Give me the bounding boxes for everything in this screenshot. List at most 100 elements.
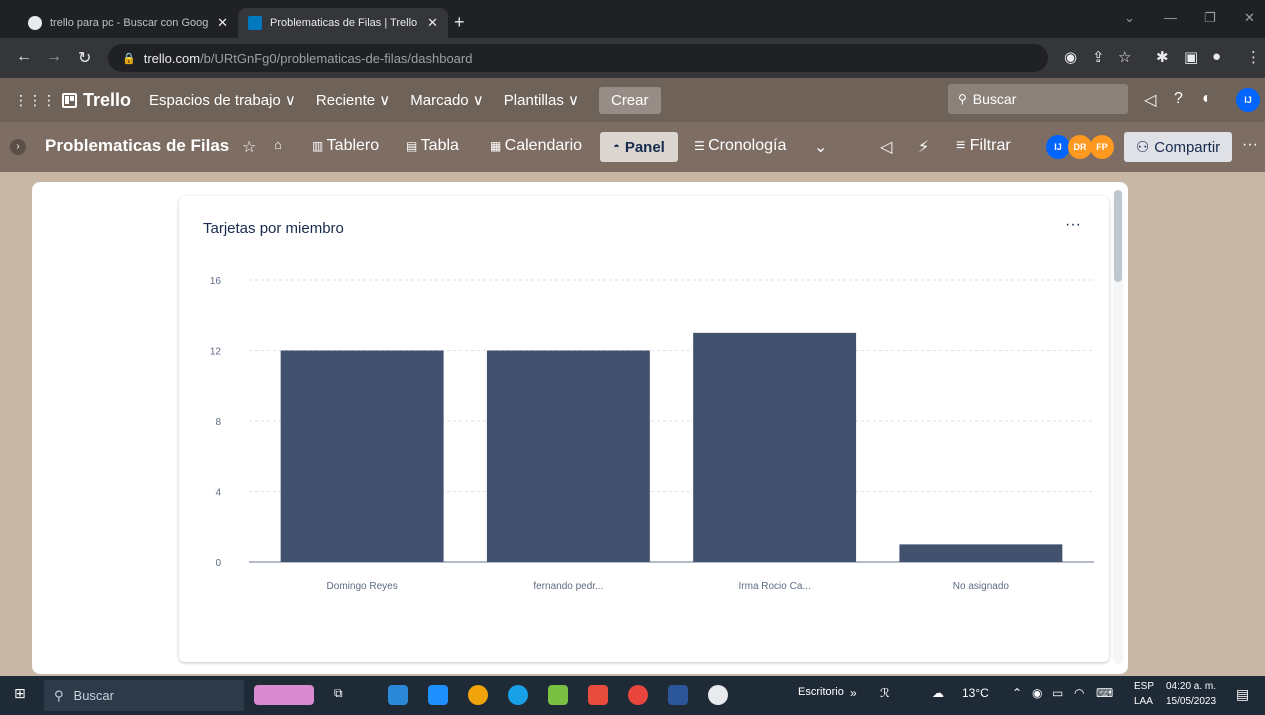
new-tab-icon[interactable]: + (454, 12, 465, 33)
profile-avatar-icon[interactable]: ● (1212, 48, 1221, 65)
view-table[interactable]: ▤ Tabla (406, 137, 459, 155)
automation-icon[interactable]: ⚡ (918, 137, 929, 157)
star-icon[interactable]: ☆ (242, 137, 256, 157)
google-icon (28, 16, 42, 30)
window-close-icon[interactable]: ✕ (1244, 10, 1255, 26)
board-menu-icon[interactable]: ··· (1242, 136, 1258, 154)
chart-card: Tarjetas por miembro ··· 0 4 8 12 16 Domingo … (179, 196, 1109, 662)
clock-time[interactable]: 04:20 a. m. (1166, 681, 1216, 692)
theme-icon[interactable]: ◐ (1202, 90, 1212, 108)
nav-workspaces[interactable]: Espacios de trabajo ∨ (149, 91, 296, 109)
browser-menu-icon[interactable]: ⋮ (1246, 48, 1261, 66)
view-dashboard[interactable]: ◓ Panel (600, 132, 678, 162)
bar (280, 350, 444, 562)
reload-icon[interactable]: ↻ (78, 48, 91, 68)
filter-icon: ≡ (956, 137, 970, 154)
calendar-view-icon: ▦ (490, 139, 505, 153)
view-timeline[interactable]: ☰ Cronología (694, 137, 786, 155)
toolbar-expand-icon[interactable]: » (850, 686, 857, 700)
view-board[interactable]: ▥ Tablero (312, 137, 379, 155)
app-switcher-icon[interactable]: ⋮⋮⋮ (0, 92, 62, 109)
share-button[interactable]: ⚇ Compartir (1124, 132, 1232, 162)
more-views-chevron-icon[interactable]: ⌄ (814, 137, 827, 157)
browser-tab-strip: trello para pc - Buscar con Googl ✕ Prob… (0, 0, 1265, 38)
weather-icon: ☁ (932, 686, 944, 700)
bar-chart: 0 4 8 12 16 Domingo Reyes fernando pedr... Irma… (210, 276, 1094, 592)
restore-icon[interactable]: ❐ (1204, 10, 1216, 26)
browser-tab-trello[interactable]: Problematicas de Filas | Trello ✕ (238, 8, 448, 38)
battery-icon[interactable]: ▭ (1052, 686, 1063, 700)
board-title[interactable]: Problematicas de Filas (45, 136, 229, 156)
share-page-icon[interactable]: ⇪ (1092, 48, 1105, 66)
member-avatar-ij[interactable]: IJ (1046, 135, 1070, 159)
back-icon[interactable]: ← (16, 48, 32, 66)
file-explorer-icon[interactable] (388, 685, 408, 705)
trello-icon (248, 16, 262, 30)
app-red-icon[interactable] (588, 685, 608, 705)
language-indicator[interactable]: ESP (1134, 681, 1154, 692)
sidepanel-icon[interactable]: ▣ (1184, 48, 1198, 66)
expand-sidebar-icon[interactable]: › (10, 139, 26, 155)
y-tick-label: 12 (210, 347, 222, 358)
keyboard-icon[interactable]: ⌨ (1096, 686, 1113, 700)
tray-app-icon[interactable]: ◉ (1032, 686, 1042, 700)
table-view-icon: ▤ (406, 139, 421, 153)
y-tick-label: 4 (215, 488, 221, 499)
windows-start-icon[interactable]: ⊞ (14, 685, 26, 702)
powerups-icon[interactable]: ◁ (880, 137, 892, 157)
nav-recent[interactable]: Reciente ∨ (316, 91, 390, 109)
clock-date[interactable]: 15/05/2023 (1166, 696, 1216, 707)
trello-logo-icon (62, 92, 77, 108)
trello-logo[interactable]: Trello (62, 90, 131, 111)
photos-icon[interactable] (548, 685, 568, 705)
chrome-icon[interactable] (628, 685, 648, 705)
word-icon[interactable] (668, 685, 688, 705)
search-input[interactable]: ⚲ Buscar (948, 84, 1128, 114)
close-icon[interactable]: ✕ (217, 15, 228, 31)
x-tick-label: Irma Rocio Ca... (739, 581, 811, 592)
mail-icon[interactable] (428, 685, 448, 705)
minimize-icon[interactable]: — (1164, 10, 1177, 25)
slack-icon[interactable] (708, 685, 728, 705)
desktop-toolbar[interactable]: Escritorio (798, 686, 844, 698)
windows-taskbar: ⊞ ⚲ Buscar ⧉ Escritorio » ℛ ☁ 13°C ⌃ ◉ ▭… (0, 676, 1265, 715)
app-icon[interactable] (468, 685, 488, 705)
scrollbar-thumb[interactable] (1114, 190, 1122, 282)
add-person-icon: ⚇ (1135, 139, 1150, 156)
nav-templates[interactable]: Plantillas ∨ (504, 91, 579, 109)
search-icon: ⚲ (54, 687, 64, 703)
extensions-icon[interactable]: ✱ (1156, 48, 1169, 66)
visibility-icon[interactable]: ⌂ (274, 137, 282, 152)
filter-button[interactable]: ≡ Filtrar (956, 137, 1011, 155)
notifications-icon[interactable]: ▤ (1236, 686, 1249, 703)
close-icon[interactable]: ✕ (427, 15, 438, 31)
search-icon: ⚲ (958, 92, 967, 106)
bookmark-star-icon[interactable]: ☆ (1118, 48, 1131, 66)
address-bar-row: ← → ↻ 🔒 trello.com/b/URtGnFg0/problemati… (0, 38, 1265, 78)
people-icon[interactable]: ℛ (880, 686, 890, 700)
member-avatar-dr[interactable]: DR (1068, 135, 1092, 159)
create-button[interactable]: Crear (598, 86, 661, 114)
browser-tab-google[interactable]: trello para pc - Buscar con Googl ✕ (18, 8, 238, 38)
edge-icon[interactable] (508, 685, 528, 705)
nav-starred[interactable]: Marcado ∨ (410, 91, 484, 109)
keyboard-layout[interactable]: LAA (1134, 696, 1153, 707)
y-tick-label: 8 (215, 417, 221, 428)
url-input[interactable]: 🔒 trello.com/b/URtGnFg0/problematicas-de… (108, 44, 1048, 72)
tray-chevron-icon[interactable]: ⌃ (1012, 686, 1022, 700)
tab-search-icon[interactable]: ⌄ (1124, 10, 1135, 26)
megaphone-icon[interactable]: ◁ (1144, 90, 1156, 110)
forward-icon[interactable]: → (46, 48, 62, 66)
task-view-icon[interactable]: ⧉ (334, 686, 343, 701)
wifi-icon[interactable]: ◠ (1074, 686, 1084, 700)
view-calendar[interactable]: ▦ Calendario (490, 137, 582, 155)
lock-icon: 🔒 (122, 52, 136, 65)
member-avatar-fp[interactable]: FP (1090, 135, 1114, 159)
taskbar-search-input[interactable]: ⚲ Buscar (44, 680, 244, 711)
widgets-flowers-icon[interactable] (254, 685, 314, 705)
google-lens-icon[interactable]: ◉ (1064, 48, 1077, 66)
weather-temp[interactable]: 13°C (962, 686, 989, 700)
bar (486, 350, 650, 562)
help-icon[interactable]: ? (1174, 90, 1183, 108)
user-avatar[interactable]: IJ (1236, 88, 1260, 112)
